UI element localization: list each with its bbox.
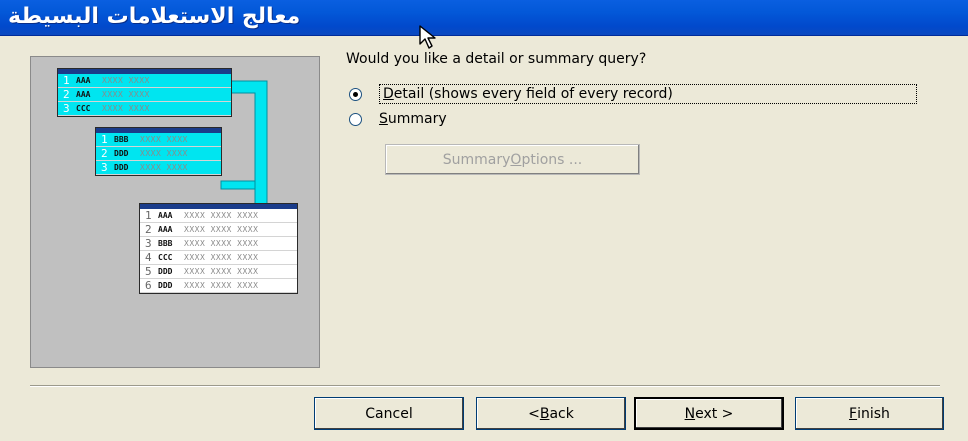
- next-button[interactable]: Next >: [634, 397, 784, 430]
- table-row: 2 AAA XXXX XXXX XXXX: [140, 223, 297, 237]
- table-row: 3 BBB XXXX XXXX XXXX: [140, 237, 297, 251]
- detail-option[interactable]: Detail (shows every field of every recor…: [349, 84, 917, 104]
- detail-option-label[interactable]: Detail (shows every field of every recor…: [379, 84, 917, 104]
- result-table: 1 AAA XXXX XXXX XXXX 2 AAA XXXX XXXX XXXX 3B…: [139, 203, 298, 294]
- source-table-b: 1 BBB XXXX XXXX 2 DDD XXXX XXXX 3 DDD XXXX XXX…: [95, 127, 222, 176]
- table-row: 6 DDD XXXX XXXX XXXX: [140, 279, 297, 293]
- title-bar[interactable]: معالج الاستعلامات البسيطة: [0, 0, 968, 36]
- mouse-cursor-icon: [419, 25, 436, 49]
- table-row: 1 AAA XXXX XXXX: [58, 74, 231, 88]
- table-row: 3 CCC XXXX XXXX: [58, 102, 231, 116]
- table-row: 5 DDD XXXX XXXX XXXX: [140, 265, 297, 279]
- cancel-button[interactable]: Cancel: [314, 397, 464, 430]
- query-type-question: Would you like a detail or summary query…: [346, 51, 647, 67]
- summary-options-button[interactable]: Summary Options ...: [385, 144, 640, 175]
- detail-radio-button[interactable]: [349, 87, 362, 101]
- table-row: 4 CCC XXXX XXXX XXXX: [140, 251, 297, 265]
- back-button[interactable]: < Back: [476, 397, 626, 430]
- summary-option[interactable]: Summary: [349, 111, 447, 127]
- footer-separator: [30, 385, 940, 387]
- simple-query-wizard-window: معالج الاستعلامات البسيطة 1 AAA XXXX XXXX …: [0, 0, 968, 441]
- source-table-a: 1 AAA XXXX XXXX 2 AAA XXXX XXXX 3 CCC XXXX XXX…: [57, 68, 232, 117]
- illustration-panel: 1 AAA XXXX XXXX 2 AAA XXXX XXXX 3 CCC XXXX XXX…: [30, 56, 320, 368]
- finish-button[interactable]: Finish: [795, 397, 944, 430]
- table-row: 2 DDD XXXX XXXX: [96, 147, 221, 161]
- window-title: معالج الاستعلامات البسيطة: [8, 4, 301, 29]
- table-row: 1 AAA XXXX XXXX XXXX: [140, 209, 297, 223]
- table-row: 3 DDD XXXX XXXX: [96, 161, 221, 175]
- summary-radio-button[interactable]: [349, 112, 362, 126]
- table-row: 1 BBB XXXX XXXX: [96, 133, 221, 147]
- summary-option-label[interactable]: Summary: [379, 111, 447, 127]
- table-row: 2 AAA XXXX XXXX: [58, 88, 231, 102]
